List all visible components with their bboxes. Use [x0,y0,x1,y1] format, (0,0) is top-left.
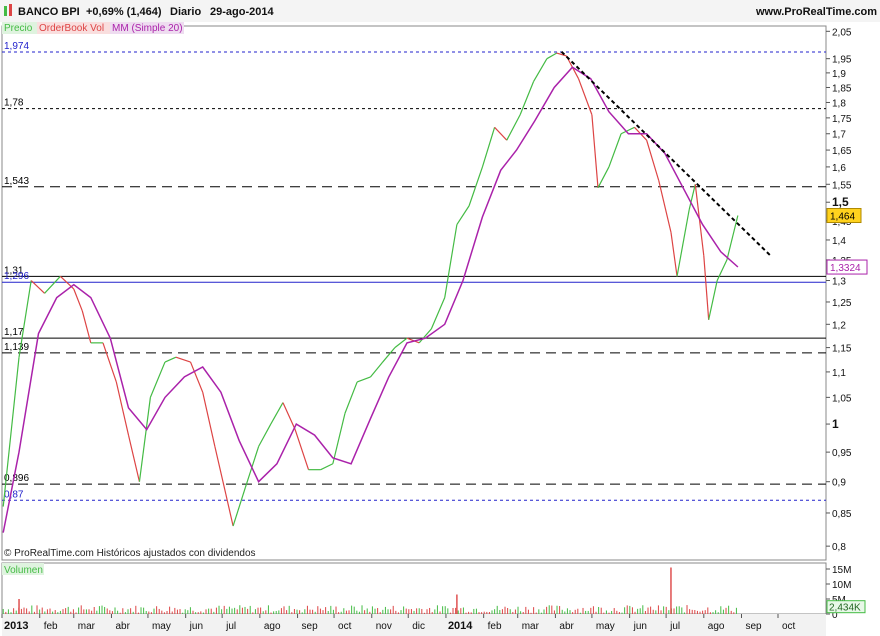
y-tick-label: 1,7 [832,130,846,141]
y-tick-label: 1,5 [832,195,849,209]
ticker-label: BANCO BPI [18,6,80,18]
x-tick-label: abr [115,621,130,632]
x-tick-label: ago [264,621,281,632]
volume-tag-label: 2,434K [829,603,861,614]
date-label: 29-ago-2014 [210,6,274,18]
period-label: Diario [170,6,201,18]
stock-chart: BANCO BPI +0,69% (1,464) Diario 29-ago-2014… [0,0,880,636]
x-tick-label: ago [708,621,725,632]
volume-frame [1,562,827,615]
y-tick-label: 1,2 [832,320,846,331]
y-tick-label: 2,05 [832,27,852,38]
candle-icon [4,6,7,16]
x-tick-label: oct [782,621,796,632]
level-label: 1,78 [4,98,24,109]
y-tick-label: 1,1 [832,368,846,379]
y-tick-label: 1 [832,417,839,431]
level-label: 1,543 [4,176,29,187]
x-tick-label: sep [302,621,319,632]
y-tick-label: 1,8 [832,98,846,109]
change-label: +0,69% (1,464) [86,6,162,18]
y-tick-label: 1,95 [832,55,852,66]
x-tick-label: oct [338,621,352,632]
legend-orderbook: OrderBook Vol [39,23,104,34]
x-tick-label: jun [633,621,647,632]
level-label: 1,139 [4,342,29,353]
x-tick-label: feb [488,621,502,632]
y-tick-label: 0,8 [832,542,846,553]
candle-icon [9,4,12,16]
level-label: 1,296 [4,271,29,282]
y-tick-label: 1,4 [832,236,846,247]
y-tick-label: 0,95 [832,448,852,459]
x-tick-label: jun [189,621,203,632]
x-tick-label: jul [669,621,680,632]
plot-frame [1,25,827,561]
y-tick-label: 1,6 [832,163,846,174]
level-label: 0,87 [4,489,24,500]
y-tick-label: 1,65 [832,146,852,157]
mm-tag-label: 1,3324 [830,263,861,274]
volume-tick-label: 10M [832,580,851,591]
x-tick-label: dic [412,621,425,632]
y-tick-label: 1,75 [832,114,852,125]
price-tag-label: 1,464 [830,212,855,223]
x-tick-label: mar [522,621,540,632]
x-tick-label: 2014 [448,620,473,632]
y-tick-label: 1,85 [832,83,852,94]
level-label: 0,896 [4,473,29,484]
volume-tick-label: 15M [832,565,851,576]
x-tick-label: 2013 [4,620,28,632]
site-label: www.ProRealTime.com [755,6,877,18]
y-tick-label: 1,25 [832,298,852,309]
level-label: 1,974 [4,41,29,52]
x-tick-label: mar [78,621,96,632]
y-tick-label: 1,05 [832,393,852,404]
legend-price: Precio [4,23,33,34]
x-tick-label: nov [376,621,392,632]
watermark: © ProRealTime.com Históricos ajustados c… [4,548,256,559]
x-tick-label: may [596,621,615,632]
x-tick-label: jul [225,621,236,632]
y-tick-label: 1,9 [832,69,846,80]
y-tick-label: 0,85 [832,509,852,520]
x-tick-label: sep [746,621,763,632]
y-tick-label: 1,15 [832,344,852,355]
y-tick-label: 1,3 [832,277,846,288]
level-label: 1,17 [4,327,24,338]
x-tick-label: abr [559,621,574,632]
y-tick-label: 1,55 [832,180,852,191]
y-tick-label: 0,9 [832,478,846,489]
volume-label: Volumen [4,565,43,576]
x-tick-label: may [152,621,171,632]
legend-mm: MM (Simple 20) [112,23,183,34]
x-tick-label: feb [44,621,58,632]
